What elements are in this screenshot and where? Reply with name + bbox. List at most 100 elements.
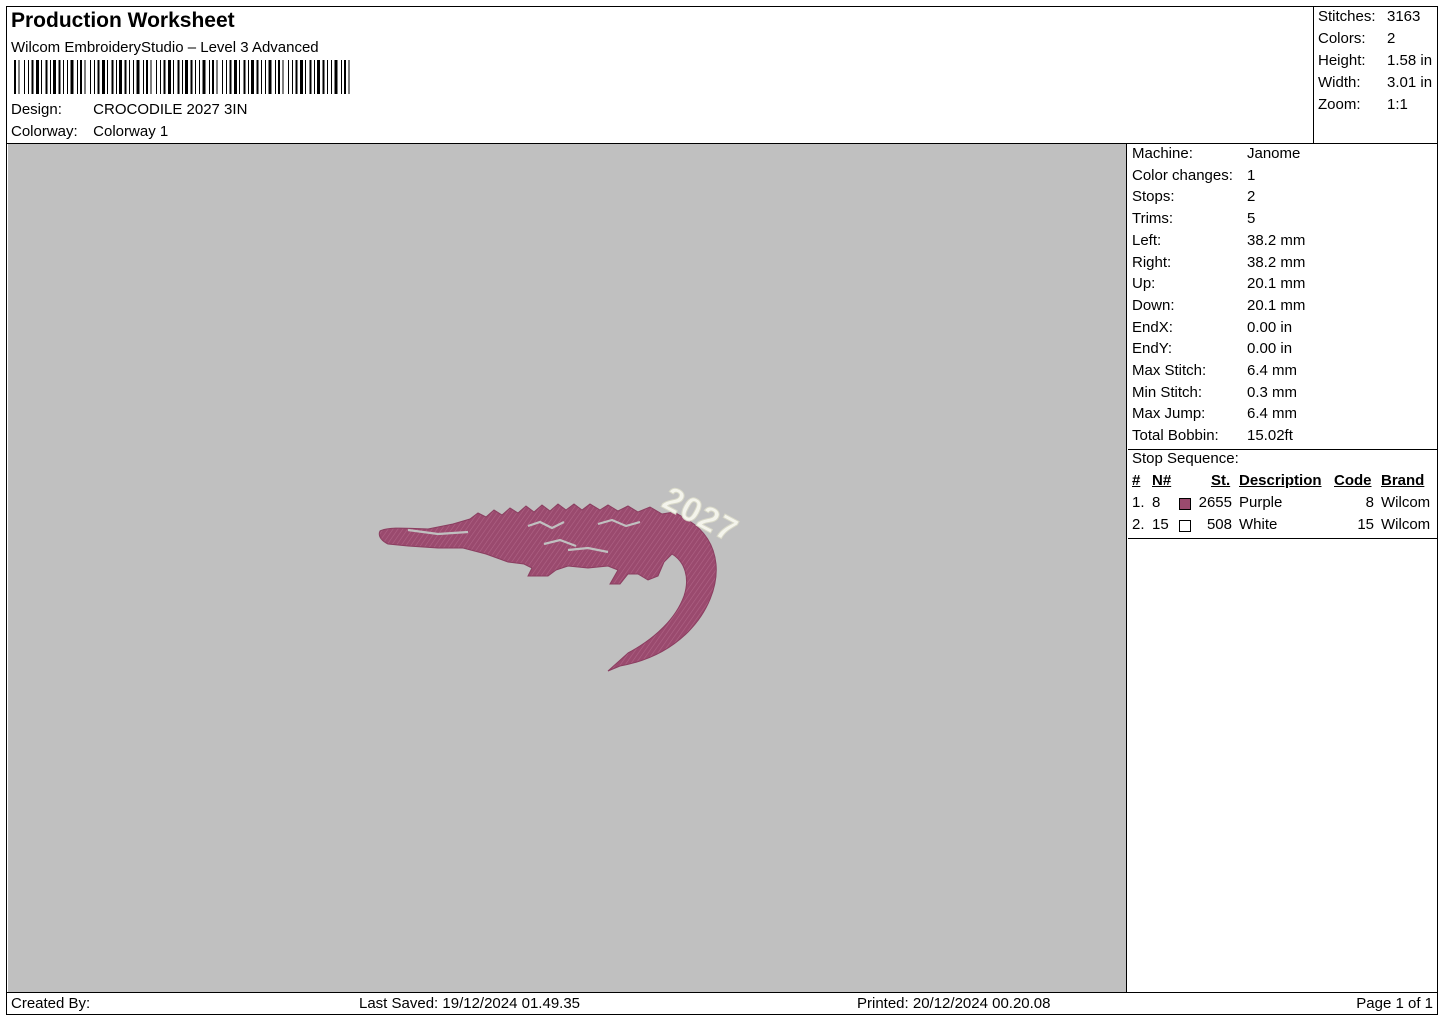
barcode-bar	[212, 60, 214, 94]
barcode-bar	[45, 60, 48, 94]
crocodile-body	[378, 503, 717, 672]
barcode-bar	[331, 60, 332, 94]
property-value: 0.00 in	[1247, 340, 1293, 358]
design-label: Design:	[11, 101, 62, 118]
property-label: Right:	[1132, 253, 1172, 271]
barcode-bar	[295, 60, 298, 94]
property-label: Total Bobbin:	[1132, 427, 1219, 445]
barcode-bar	[146, 60, 148, 94]
property-value: 6.4 mm	[1247, 362, 1298, 379]
color-swatch-white	[1179, 520, 1191, 532]
summary-label: Height:	[1318, 52, 1366, 69]
barcode-bar	[309, 60, 312, 94]
property-value: 15.02ft	[1247, 427, 1293, 445]
barcode-bar	[168, 60, 171, 94]
property-row: Up: 20.1 mm	[1132, 275, 1305, 292]
barcode-bar	[67, 60, 68, 94]
printed-date: Printed: 20/12/2024 00.20.08	[857, 995, 1051, 1012]
last-saved: Last Saved: 19/12/2024 01.49.35	[359, 995, 581, 1012]
property-value: 38.2 mm	[1247, 253, 1306, 271]
property-label: Color changes:	[1132, 166, 1233, 184]
barcode-bar	[116, 60, 117, 94]
barcode-bar	[163, 60, 166, 94]
software-name: Wilcom EmbroideryStudio – Level 3 Advanc…	[11, 39, 319, 56]
barcode-bar	[292, 60, 293, 94]
barcode-bar	[248, 60, 249, 94]
property-value: Janome	[1247, 145, 1301, 162]
property-value: 2	[1247, 188, 1256, 206]
barcode-bar	[341, 60, 342, 94]
property-label: EndX:	[1132, 318, 1173, 336]
barcode-bar	[80, 60, 82, 94]
crocodile-design: 2027	[378, 479, 745, 672]
needle-number: 15	[1152, 516, 1169, 533]
worksheet-header: Production Worksheet Wilcom EmbroiderySt…	[7, 7, 1314, 144]
property-value: 1	[1247, 166, 1256, 184]
barcode-bar	[84, 60, 86, 94]
barcode-bar	[344, 60, 346, 94]
summary-value: 1:1	[1387, 96, 1408, 113]
barcode-bar	[222, 60, 223, 94]
property-row: Down: 20.1 mm	[1132, 297, 1305, 314]
barcode-bar	[288, 60, 289, 94]
barcode-bar	[18, 60, 20, 94]
barcode-bar	[185, 60, 188, 94]
barcode-bar	[282, 60, 284, 94]
property-label: Machine:	[1132, 145, 1193, 162]
stitch-count: 508	[1206, 516, 1232, 533]
barcode-bar	[268, 60, 272, 94]
barcode-bar	[261, 60, 262, 94]
barcode-bar	[124, 60, 127, 94]
summary-label: Colors:	[1318, 30, 1366, 47]
summary-value: 3.01 in	[1387, 74, 1433, 91]
design-preview-canvas: 2027	[8, 144, 1127, 992]
summary-label: Width:	[1318, 74, 1361, 91]
colorway-row: Colorway: Colorway 1	[11, 123, 168, 140]
production-worksheet: Production Worksheet Wilcom EmbroiderySt…	[6, 6, 1438, 1015]
col-header-num: #	[1132, 472, 1141, 489]
property-row: Max Jump: 6.4 mm	[1132, 405, 1297, 422]
properties-panel: Machine: Janome Color changes: 1 Stops: 2 Trim…	[1128, 144, 1437, 992]
property-label: Max Stitch:	[1132, 362, 1207, 379]
barcode-bar	[239, 60, 240, 94]
stitch-count: 2655	[1198, 494, 1232, 511]
summary-row-stitches: Stitches: 3163	[1318, 8, 1436, 25]
barcode-bar	[190, 60, 193, 94]
property-row: Machine: Janome	[1132, 145, 1300, 162]
barcode-bar	[41, 60, 42, 94]
design-summary: Stitches: 3163 Colors: 2 Height: 1.58 in Wi…	[1314, 7, 1437, 144]
barcode-bar	[234, 60, 237, 94]
barcode-bar	[97, 60, 100, 94]
barcode-bar	[31, 60, 34, 94]
barcode-bar	[275, 60, 276, 94]
summary-row-zoom: Zoom: 1:1	[1318, 96, 1436, 113]
barcode-bar	[182, 60, 183, 94]
property-value: 20.1 mm	[1247, 275, 1306, 293]
barcode-bar	[53, 60, 56, 94]
barcode-bar	[136, 60, 140, 94]
color-description: Purple	[1239, 494, 1283, 511]
barcode-bar	[173, 60, 174, 94]
property-row: Stops: 2	[1132, 188, 1255, 205]
property-row: Color changes: 1	[1132, 167, 1255, 184]
col-header-stitches: St.	[1211, 472, 1231, 489]
barcode-bar	[94, 60, 95, 94]
property-label: Left:	[1132, 231, 1162, 249]
page-number: Page 1 of 1	[1356, 995, 1433, 1012]
design-row: Design: CROCODILE 2027 3IN	[11, 101, 247, 118]
colorway-label: Colorway:	[11, 123, 78, 140]
barcode-bar	[160, 60, 161, 94]
barcode-bar	[58, 60, 61, 94]
barcode-bar	[14, 60, 16, 94]
page-title: Production Worksheet	[11, 9, 235, 32]
summary-value: 3163	[1387, 8, 1421, 25]
property-label: EndY:	[1132, 340, 1173, 358]
barcode-bar	[317, 60, 320, 94]
row-number: 1.	[1132, 494, 1145, 511]
barcode-bar	[314, 60, 315, 94]
property-row: EndY: 0.00 in	[1132, 340, 1292, 357]
barcode-bar	[50, 60, 51, 94]
barcode-bar	[156, 60, 157, 94]
color-swatch-purple	[1179, 498, 1191, 510]
property-label: Down:	[1132, 296, 1175, 314]
